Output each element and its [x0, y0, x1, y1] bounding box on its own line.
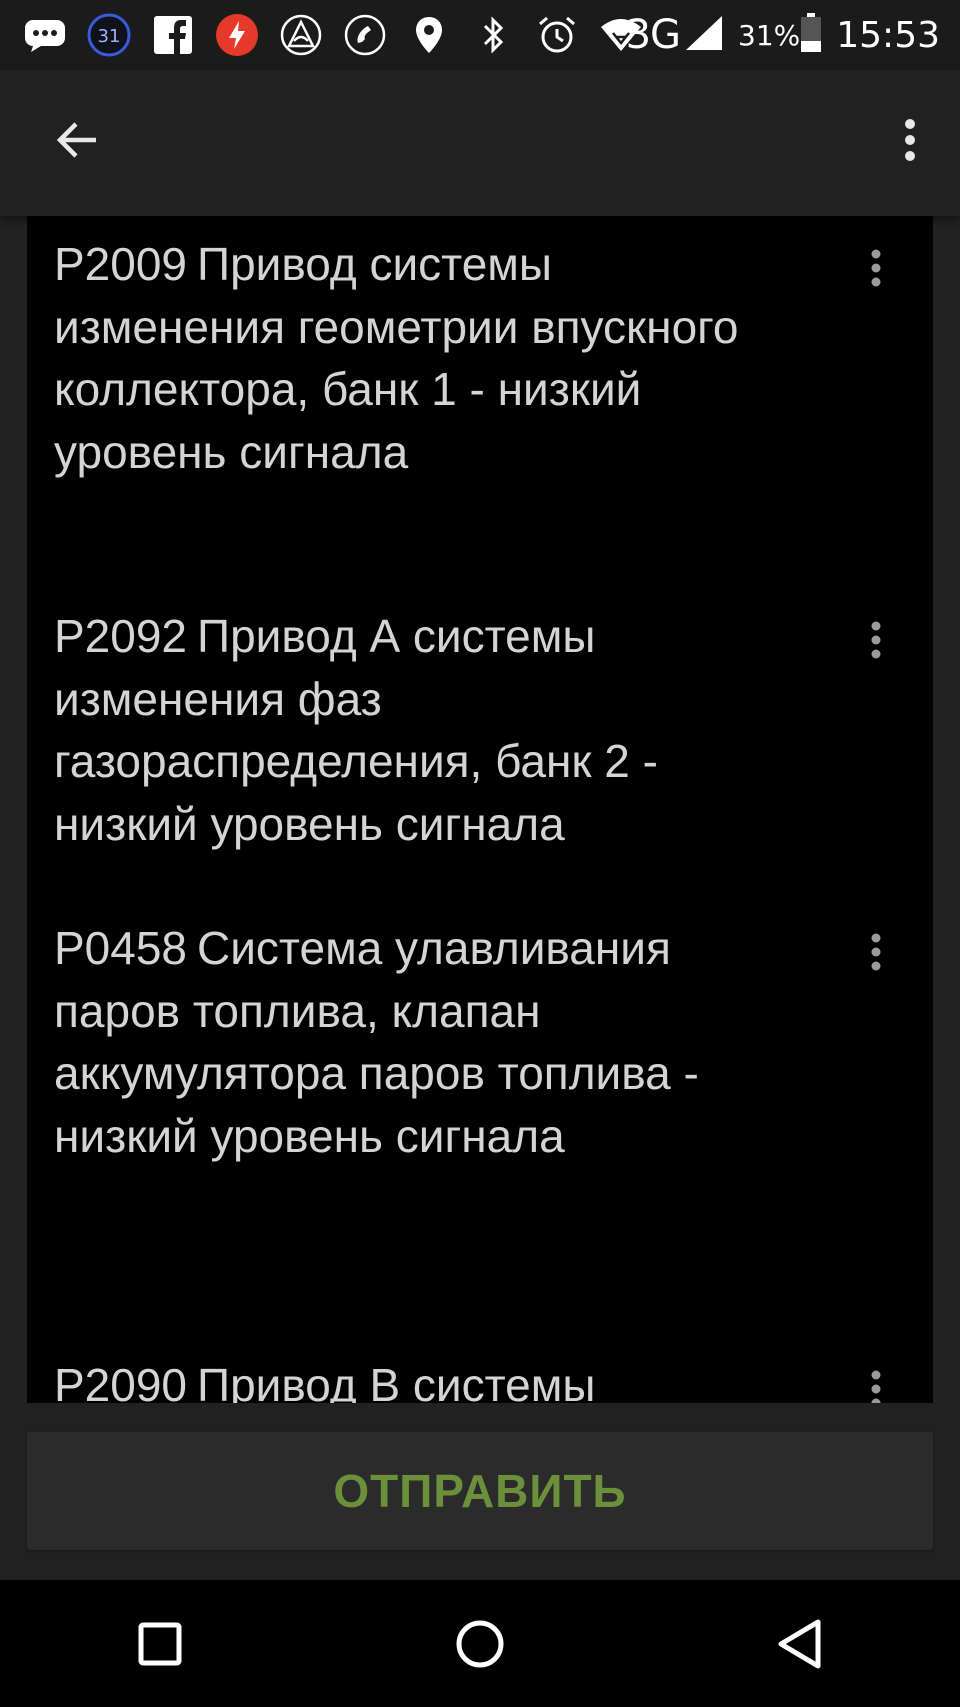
- calendar-day-label: 31: [98, 26, 121, 47]
- arrow-left-icon: [56, 122, 96, 158]
- more-vert-icon: [871, 249, 881, 287]
- list-item[interactable]: P2090 Привод В системы: [27, 1337, 933, 1403]
- list-item[interactable]: P0458 Система улавливания паров топлива, …: [27, 900, 933, 1337]
- app-bar: [0, 70, 960, 216]
- item-menu-button[interactable]: [861, 926, 891, 978]
- item-menu-button[interactable]: [861, 242, 891, 294]
- item-text: P2009 Привод системы изменения геометрии …: [54, 233, 774, 483]
- home-button[interactable]: [430, 1594, 530, 1694]
- list-item[interactable]: P2009 Привод системы изменения геометрии …: [27, 216, 933, 588]
- recents-button[interactable]: [110, 1594, 210, 1694]
- battery-icon: [800, 13, 822, 57]
- item-code: P2092: [54, 610, 188, 662]
- item-code: P2090: [54, 1359, 188, 1403]
- error-code-list[interactable]: P2009 Привод системы изменения геометрии …: [27, 216, 933, 1403]
- system-back-button[interactable]: [750, 1594, 850, 1694]
- app-triangle-icon: [278, 12, 324, 58]
- item-text: P2092 Привод А системы изменения фаз газо…: [54, 605, 774, 855]
- calendar-icon: 31: [86, 12, 132, 58]
- item-description: Привод В системы: [197, 1359, 596, 1403]
- item-menu-button[interactable]: [861, 614, 891, 666]
- more-vert-icon: [871, 1370, 881, 1403]
- location-icon: [406, 12, 452, 58]
- list-item[interactable]: P2092 Привод А системы изменения фаз газо…: [27, 588, 933, 900]
- notification-icons: 31: [22, 12, 662, 58]
- status-bar: 31 3G 31% 15:53: [0, 0, 960, 70]
- bluetooth-icon: [470, 12, 516, 58]
- message-icon: [22, 12, 68, 58]
- navigation-bar: [0, 1580, 960, 1707]
- flash-app-icon: [214, 12, 260, 58]
- item-text: P0458 Система улавливания паров топлива, …: [54, 917, 774, 1167]
- facebook-icon: [150, 12, 196, 58]
- item-code: P2009: [54, 238, 188, 290]
- phone-call-icon: [342, 12, 388, 58]
- status-right: 3G 31% 15:53: [624, 0, 940, 70]
- network-type: 3G: [625, 12, 681, 58]
- item-code: P0458: [54, 922, 188, 974]
- circle-home-icon: [456, 1620, 504, 1667]
- item-text: P2090 Привод В системы: [54, 1354, 774, 1403]
- overflow-menu-button[interactable]: [884, 100, 936, 180]
- more-vert-icon: [905, 119, 915, 161]
- item-menu-button[interactable]: [861, 1363, 891, 1403]
- square-recents-icon: [138, 1622, 182, 1665]
- alarm-icon: [534, 12, 580, 58]
- send-button[interactable]: ОТПРАВИТЬ: [27, 1432, 933, 1550]
- battery-percent: 31%: [738, 18, 801, 52]
- more-vert-icon: [871, 621, 881, 659]
- more-vert-icon: [871, 933, 881, 971]
- clock: 15:53: [836, 14, 940, 56]
- triangle-back-icon: [778, 1619, 821, 1668]
- cell-signal-icon: [684, 14, 724, 56]
- back-button[interactable]: [40, 100, 112, 180]
